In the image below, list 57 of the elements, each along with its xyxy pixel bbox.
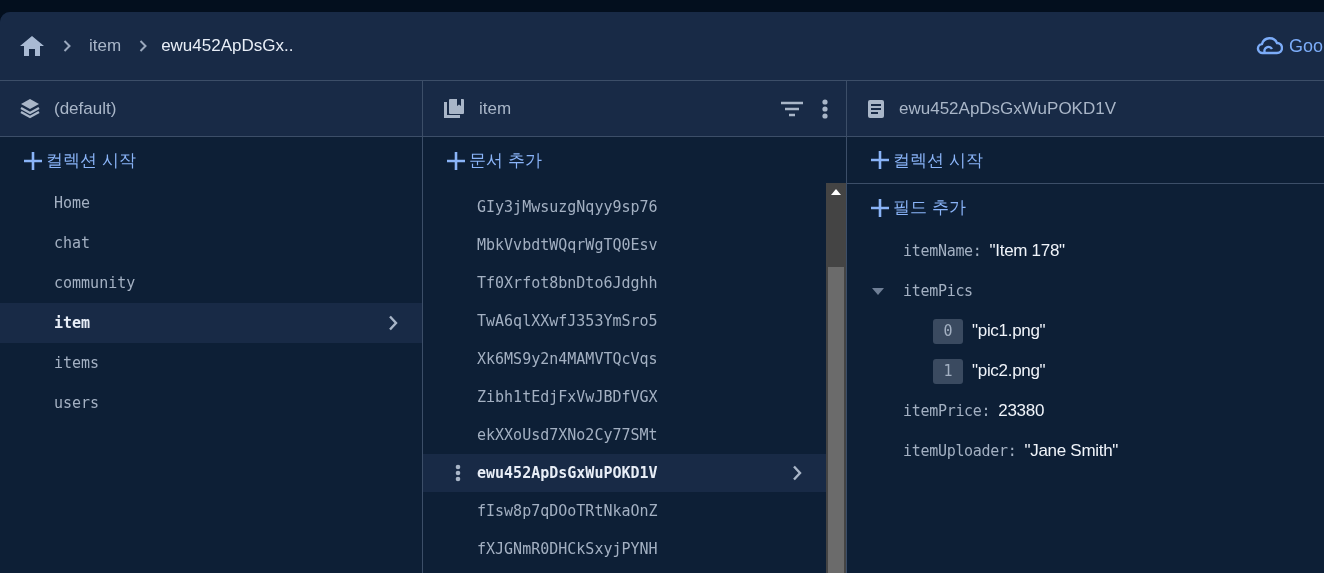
chevron-right-icon	[792, 465, 802, 481]
plus-icon	[871, 198, 889, 217]
panel-title: (default)	[54, 98, 118, 119]
document-item[interactable]: ewu452ApDsGxWuPOKD1V	[423, 454, 826, 492]
field-key: itemPics	[903, 282, 973, 300]
document-item[interactable]: TwA6qlXXwfJ353YmSro5	[423, 302, 826, 340]
field-key: itemName:	[903, 242, 982, 260]
array-index: 0	[933, 318, 963, 344]
home-icon[interactable]	[19, 35, 45, 57]
start-collection-button[interactable]: 컬렉션 시작	[24, 149, 137, 172]
field-value: "Item 178"	[989, 241, 1065, 261]
field-value: "pic1.png"	[972, 321, 1046, 341]
collapse-triangle-icon[interactable]	[872, 288, 884, 295]
collection-item[interactable]: community	[0, 263, 422, 303]
start-collection-button[interactable]: 컬렉션 시작	[871, 148, 984, 172]
document-item[interactable]: GIy3jMwsuzgNqyy9sp76	[423, 188, 826, 226]
document-icon	[867, 98, 885, 119]
cloud-link[interactable]: Goo	[1255, 35, 1323, 57]
layers-icon	[20, 97, 40, 120]
breadcrumb-link[interactable]: item	[89, 36, 122, 56]
scroll-up-arrow-icon[interactable]	[831, 189, 841, 195]
document-item[interactable]: Zibh1tEdjFxVwJBDfVGX	[423, 378, 826, 416]
document-item[interactable]: fXJGNmR0DHCkSxyjPYNH	[423, 530, 826, 568]
chevron-right-icon	[139, 40, 148, 52]
more-options-icon[interactable]	[455, 464, 461, 482]
field-key: itemUploader:	[903, 442, 1017, 460]
collection-item[interactable]: Home	[0, 183, 422, 223]
plus-icon	[24, 151, 42, 170]
filter-icon[interactable]	[780, 100, 804, 117]
document-item[interactable]: ekXXoUsd7XNo2Cy77SMt	[423, 416, 826, 454]
panel-title: item	[479, 98, 513, 119]
book-stack-icon	[443, 98, 465, 119]
collection-item[interactable]: chat	[0, 223, 422, 263]
add-field-button[interactable]: 필드 추가	[871, 196, 967, 219]
breadcrumb-link[interactable]: ewu452ApDsGx..	[161, 36, 294, 56]
array-index: 1	[933, 358, 963, 384]
chevron-right-icon	[388, 315, 398, 331]
document-item[interactable]: MbkVvbdtWQqrWgTQ0Esv	[423, 226, 826, 264]
field-value: "pic2.png"	[972, 361, 1046, 381]
document-item[interactable]: Tf0Xrfot8bnDto6Jdghh	[423, 264, 826, 302]
cloud-icon	[1255, 37, 1283, 55]
document-item[interactable]: fIsw8p7qDOoTRtNkaOnZ	[423, 492, 826, 530]
document-item[interactable]: Xk6MS9y2n4MAMVTQcVqs	[423, 340, 826, 378]
add-document-button[interactable]: 문서 추가	[447, 149, 543, 172]
collection-item[interactable]: users	[0, 383, 422, 423]
chevron-right-icon	[63, 40, 71, 52]
more-options-icon[interactable]	[822, 98, 828, 119]
plus-icon	[871, 151, 889, 169]
plus-icon	[447, 151, 465, 170]
scroll-thumb[interactable]	[828, 267, 844, 573]
collection-item[interactable]: items	[0, 343, 422, 383]
scrollbar[interactable]	[826, 183, 846, 573]
collection-item[interactable]: item	[0, 303, 422, 343]
field-key: itemPrice:	[903, 402, 991, 420]
panel-title: ewu452ApDsGxWuPOKD1V	[899, 98, 1117, 119]
field-value: 23380	[998, 401, 1045, 421]
field-value: "Jane Smith"	[1024, 441, 1119, 461]
